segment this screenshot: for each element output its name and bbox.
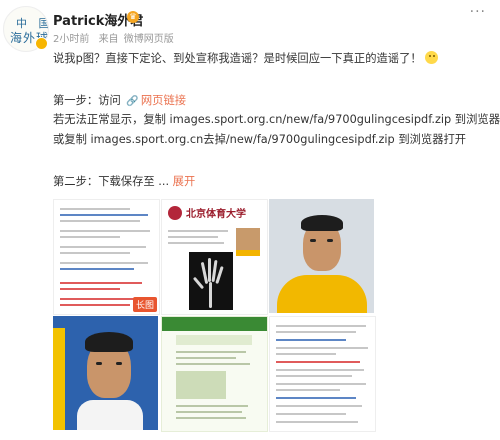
xray-image — [189, 252, 233, 310]
source-prefix: 来自 — [98, 34, 119, 45]
image-thumb-1[interactable]: 长图 — [53, 199, 160, 315]
yellow-jacket — [277, 275, 367, 313]
bone — [209, 282, 212, 308]
doc-line — [60, 252, 130, 254]
doc-line — [168, 230, 228, 232]
post-text-line4: 或复制 images.sport.org.cn去掉/new/fa/9700gul… — [53, 133, 467, 146]
web-link[interactable]: 网页链接 — [141, 94, 186, 107]
web-block — [176, 371, 226, 399]
post-text-line1: 说我p图？直接下定论、到处宣称我造谣？是时候回应一下真正的造谣了！ — [53, 50, 438, 66]
doc-line — [60, 230, 150, 232]
doc-line — [60, 282, 142, 284]
doc-line — [60, 220, 140, 222]
web-text-line — [176, 411, 242, 413]
post-meta: 2小时前 来自 微博网页版 — [53, 30, 180, 45]
doc-line — [60, 246, 146, 248]
doc-line — [276, 389, 340, 391]
web-text-line — [176, 363, 250, 365]
step1-prefix: 第一步：访问 — [53, 94, 121, 107]
doc-line — [276, 325, 366, 327]
eye — [116, 362, 122, 365]
image-thumb-6[interactable] — [269, 316, 376, 432]
bone — [215, 265, 224, 285]
post-source[interactable]: 微博网页版 — [124, 34, 174, 45]
step2-prefix: 第二步：下载保存至 ... — [53, 175, 170, 188]
eye — [327, 239, 333, 242]
smile-emoji-icon — [424, 51, 438, 64]
left-strip — [53, 328, 65, 430]
post-text-sentence: 说我p图？直接下定论、到处宣称我造谣？是时候回应一下真正的造谣了！ — [53, 52, 422, 65]
doc-line — [276, 369, 364, 371]
hair — [301, 215, 343, 231]
web-header-bar — [162, 317, 267, 331]
doc-line — [276, 361, 360, 363]
web-block — [176, 335, 252, 345]
doc-line — [60, 208, 130, 210]
post-time[interactable]: 2小时前 — [53, 34, 89, 45]
white-shirt — [77, 400, 143, 430]
bone — [192, 276, 205, 290]
weibo-post: 中 国 海外球员 Patrick海外君 ♛ 2小时前 来自 微博网页版 ··· … — [0, 0, 500, 440]
doc-line — [276, 421, 358, 423]
university-name: 北京体育大学 — [186, 209, 246, 220]
doc-line — [276, 397, 356, 399]
doc-line — [276, 405, 362, 407]
post-text-line3: 若无法正常显示，复制 images.sport.org.cn/new/fa/97… — [53, 113, 500, 126]
eye — [310, 239, 316, 242]
web-text-line — [176, 417, 246, 419]
doc-line — [60, 288, 120, 290]
doc-line — [276, 413, 346, 415]
doc-line — [60, 236, 120, 238]
web-text-line — [176, 357, 236, 359]
bone — [208, 258, 211, 282]
university-logo-icon — [168, 206, 182, 220]
post-text-step2: 第二步：下载保存至 ... 展开 — [53, 173, 195, 189]
more-options-button[interactable]: ··· — [470, 4, 486, 20]
id-photo — [236, 228, 260, 256]
doc-line — [60, 268, 134, 270]
image-thumb-5[interactable] — [161, 316, 268, 432]
doc-line — [276, 383, 366, 385]
doc-line — [276, 331, 356, 333]
verified-badge-icon — [35, 37, 48, 50]
doc-line — [60, 304, 130, 306]
image-thumb-2[interactable]: 北京体育大学 — [161, 199, 268, 315]
expand-link[interactable]: 展开 — [173, 175, 196, 188]
eye — [96, 362, 102, 365]
web-text-line — [176, 351, 246, 353]
post-text-step1: 第一步：访问 🔗 网页链接 — [53, 92, 186, 108]
crown-icon: ♛ — [127, 11, 139, 23]
doc-line — [276, 353, 336, 355]
image-thumb-4[interactable] — [53, 316, 158, 430]
hair — [85, 332, 133, 352]
doc-line — [276, 347, 368, 349]
doc-line — [60, 214, 148, 216]
doc-line — [276, 375, 352, 377]
link-icon: 🔗 — [126, 96, 139, 107]
long-image-badge: 长图 — [132, 297, 157, 312]
doc-line — [168, 242, 224, 244]
image-thumb-3[interactable] — [269, 199, 374, 313]
web-text-line — [176, 405, 248, 407]
doc-line — [168, 236, 218, 238]
doc-line — [276, 339, 346, 341]
doc-line — [60, 262, 148, 264]
